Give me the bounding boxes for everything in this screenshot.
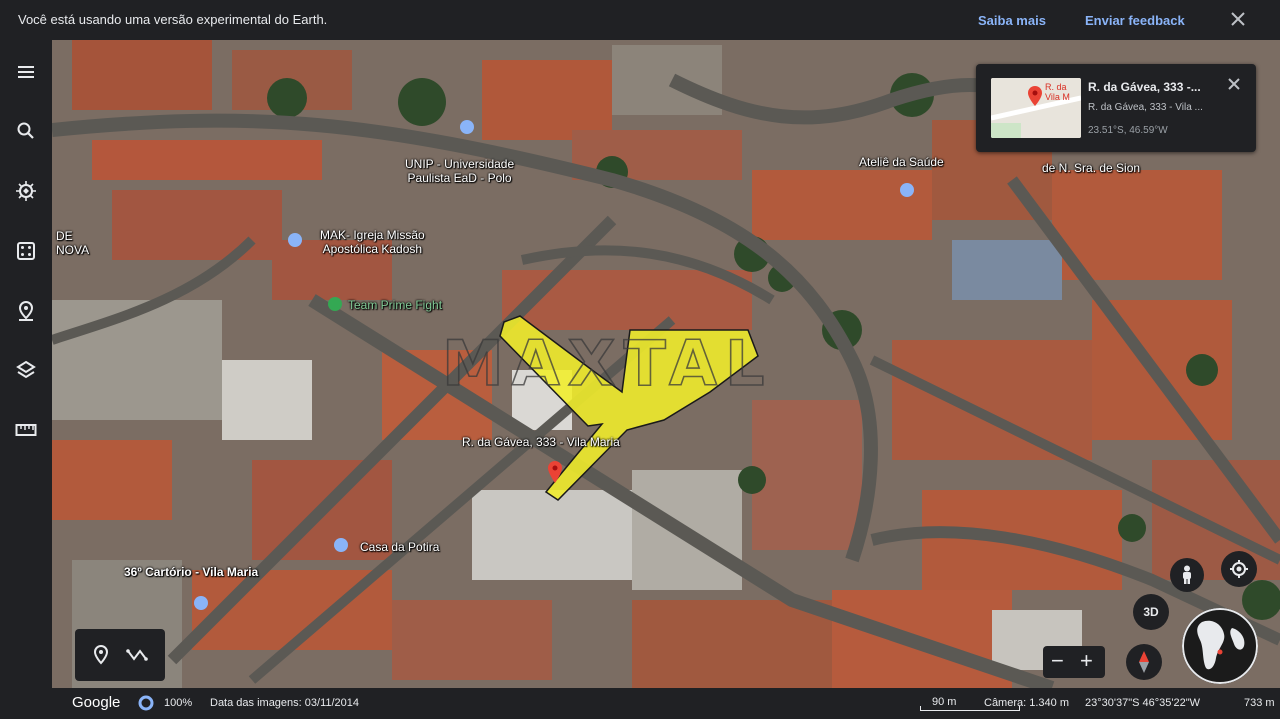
location-marker-icon[interactable] [547,461,563,483]
globe-overview[interactable] [1182,608,1258,684]
card-close-button[interactable] [1226,76,1242,92]
experimental-banner: Você está usando uma versão experimental… [0,0,1280,40]
banner-close-button[interactable] [1228,9,1248,29]
thumbnail-label: R. da Vila M [1045,82,1070,102]
label-team-prime-fight: Team Prime Fight [348,298,443,312]
compass-icon [1139,651,1149,673]
loading-percent: 100% [164,697,193,709]
compass-button[interactable] [1126,644,1162,680]
drawing-tools [75,629,165,681]
send-feedback-link[interactable]: Enviar feedback [1085,13,1185,28]
menu-button[interactable] [14,60,38,84]
target-icon [1230,560,1248,578]
status-bar: Google 100% Data das imagens: 03/11/2014… [52,688,1280,719]
loading-ring-icon [138,695,154,711]
menu-icon [18,66,34,78]
cursor-coordinates: 23°30'37"S 46°35'22"W [1085,697,1200,709]
place-coordinates: 23.51°S, 46.59°W [1088,125,1168,136]
poi-church-icon[interactable] [288,233,302,247]
learn-more-link[interactable]: Saiba mais [978,13,1046,28]
draw-path-button[interactable] [125,643,149,667]
path-icon [126,649,148,661]
loading-indicator [138,695,154,714]
label-casa-da-potira: Casa da Potira [360,540,440,554]
label-atelie: Ateliê da Saúde [859,155,944,169]
label-sion: de N. Sra. de Sion [1042,161,1141,175]
zoom-controls: − + [1043,646,1105,678]
map-style-button[interactable] [14,358,38,382]
imagery-date: Data das imagens: 03/11/2014 [210,697,360,709]
search-button[interactable] [14,119,38,143]
add-placemark-button[interactable] [89,643,113,667]
label-cartorio: 36º Cartório - Vila Maria [124,565,259,579]
poi-potira-icon[interactable] [334,538,348,552]
close-icon [1231,12,1245,26]
poi-cartorio-icon[interactable] [194,596,208,610]
label-church: MAK- Igreja Missão Apostólica Kadosh [320,228,425,256]
poi-unip-icon[interactable] [460,120,474,134]
pegman-icon [1183,565,1191,584]
voyager-button[interactable] [14,179,38,203]
watermark-text: MAXTAL [442,327,772,400]
ground-elevation: 733 m [1244,697,1275,709]
label-unip: UNIP - Universidade Paulista EaD - Polo [405,157,515,185]
google-logo: Google [72,694,121,711]
measure-button[interactable] [14,418,38,442]
my-location-button[interactable] [1221,551,1257,587]
placemark-icon [93,645,109,665]
globe-icon [1182,608,1258,684]
toggle-3d-button[interactable]: 3D [1133,594,1169,630]
poi-gym-icon[interactable] [328,297,342,311]
left-toolbar [0,40,52,719]
label-nova: DE NOVA [56,229,90,257]
street-view-button[interactable] [1170,558,1204,592]
feeling-lucky-button[interactable] [14,239,38,263]
projects-button[interactable] [14,299,38,323]
zoom-out-button[interactable]: − [1051,650,1064,672]
poi-atelie-icon[interactable] [900,183,914,197]
place-title: R. da Gávea, 333 -... [1088,80,1201,94]
close-icon [1228,78,1240,90]
search-icon [17,122,34,139]
dice-icon [17,242,35,260]
banner-message: Você está usando uma versão experimental… [18,12,328,27]
camera-altitude: Câmera: 1.340 m [984,697,1069,709]
place-info-card[interactable]: R. da Vila M R. da Gávea, 333 -... R. da… [976,64,1256,152]
voyager-icon [16,181,36,201]
pin-icon [18,300,34,321]
zoom-in-button[interactable]: + [1080,650,1093,672]
place-thumbnail[interactable]: R. da Vila M [991,78,1081,138]
label-address: R. da Gávea, 333 - Vila Maria [462,435,620,449]
layers-icon [16,360,36,379]
place-subtitle: R. da Gávea, 333 - Vila ... [1088,102,1203,113]
ruler-icon [15,424,37,436]
